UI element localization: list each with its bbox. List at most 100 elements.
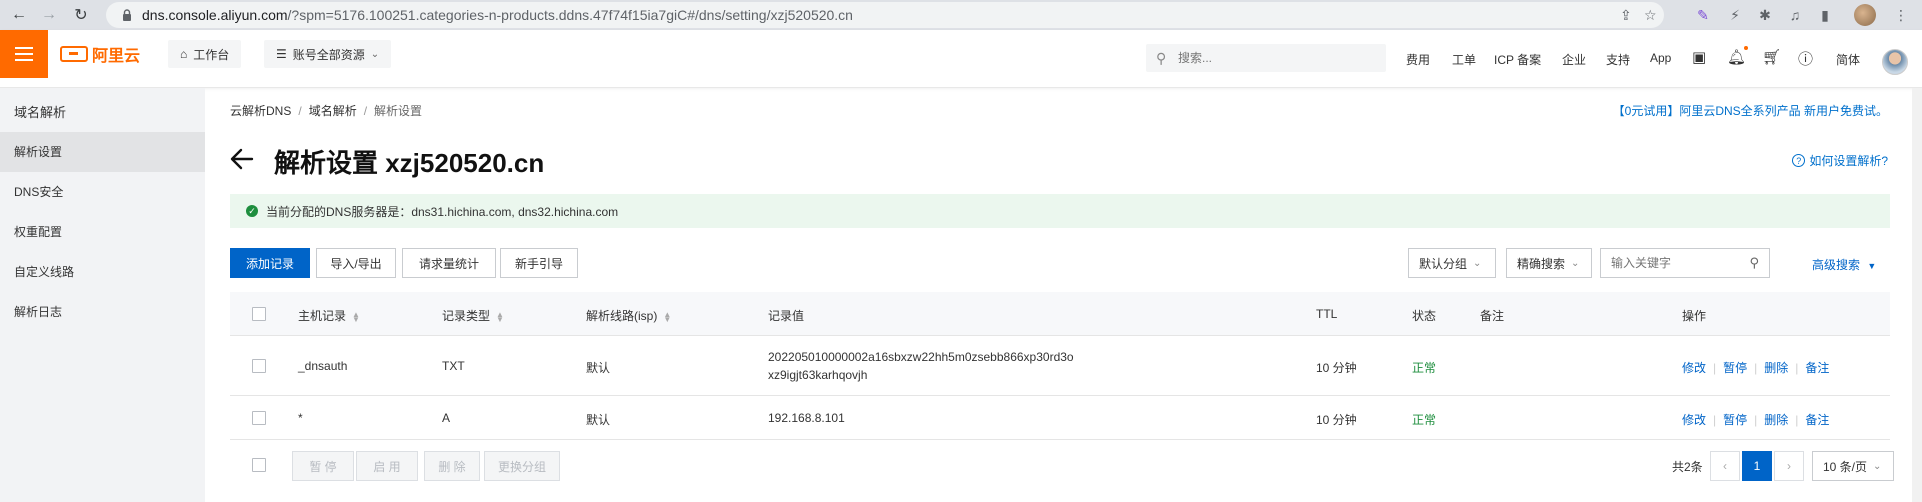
logo-text: 阿里云 xyxy=(92,48,141,65)
hamburger-menu-icon[interactable] xyxy=(0,30,48,78)
cart-icon[interactable]: 🛒︎ xyxy=(1762,48,1781,66)
sort-icon[interactable]: ▲ ▼ xyxy=(352,310,360,323)
search-icon: ⚲ xyxy=(1156,50,1167,66)
sidebar-item-dns-security[interactable]: DNS安全 xyxy=(0,172,205,212)
extension-icon-2[interactable]: ⚡ xyxy=(1726,6,1744,24)
nav-icp[interactable]: ICP 备案 xyxy=(1494,51,1541,68)
url-host: dns.console.aliyun.com xyxy=(142,7,288,23)
header-line[interactable]: 解析线路(isp) ▲ ▼ xyxy=(586,307,671,324)
search-mode-select[interactable]: 精确搜索 ⌄ xyxy=(1506,248,1592,278)
caret-down-icon: ▼ xyxy=(1867,261,1877,271)
sidebar-item-custom-lines[interactable]: 自定义线路 xyxy=(0,252,205,292)
breadcrumb-dns[interactable]: 云解析DNS xyxy=(230,104,291,118)
remark-link[interactable]: 备注 xyxy=(1805,413,1829,427)
menu-dots-icon[interactable]: ⋮ xyxy=(1892,6,1910,24)
total-count: 共2条 xyxy=(1672,460,1703,474)
pause-link[interactable]: 暂停 xyxy=(1723,361,1747,375)
sort-icon[interactable]: ▲ ▼ xyxy=(496,310,504,323)
bookmark-star-icon[interactable]: ☆ xyxy=(1644,7,1657,24)
breadcrumb-domain-resolve[interactable]: 域名解析 xyxy=(309,104,357,118)
back-arrow-icon[interactable]: ← xyxy=(8,4,30,26)
address-bar[interactable]: dns.console.aliyun.com/?spm=5176.100251.… xyxy=(106,2,1664,28)
delete-link[interactable]: 删除 xyxy=(1764,361,1788,375)
sidebar-item-resolve-logs[interactable]: 解析日志 xyxy=(0,292,205,332)
screen-icon[interactable]: ▣ xyxy=(1692,48,1706,66)
nav-enterprise[interactable]: 企业 xyxy=(1562,51,1586,68)
sort-icon[interactable]: ▲ ▼ xyxy=(663,310,671,323)
sidebar-item-weight-config[interactable]: 权重配置 xyxy=(0,212,205,252)
nav-app[interactable]: App xyxy=(1650,51,1671,65)
bulk-delete-button[interactable]: 删 除 xyxy=(424,451,480,481)
nav-tickets[interactable]: 工单 xyxy=(1452,51,1476,68)
header-host[interactable]: 主机记录 ▲ ▼ xyxy=(298,307,360,324)
page-size-select[interactable]: 10 条/页 ⌄ xyxy=(1812,451,1894,481)
chevron-down-icon: ⌄ xyxy=(1873,460,1882,472)
breadcrumb-separator: / xyxy=(298,104,302,118)
breadcrumb-separator: / xyxy=(363,104,368,118)
media-control-icon[interactable]: ♫ xyxy=(1786,6,1804,24)
page-number[interactable]: 1 xyxy=(1742,451,1772,481)
share-icon[interactable]: ⇪ xyxy=(1620,7,1632,24)
header-type[interactable]: 记录类型 ▲ ▼ xyxy=(442,307,504,324)
workbench-button[interactable]: ⌂ 工作台 xyxy=(168,40,242,68)
lock-icon xyxy=(123,9,131,21)
promo-link[interactable]: 【0元试用】阿里云DNS全系列产品 新用户免费试。 xyxy=(1613,102,1888,119)
row-checkbox[interactable] xyxy=(252,359,266,373)
request-stats-button[interactable]: 请求量统计 xyxy=(402,248,496,278)
next-page-chevron-icon[interactable]: › xyxy=(1774,451,1804,481)
sidebar-title: 域名解析 xyxy=(14,105,67,120)
bulk-enable-button[interactable]: 启 用 xyxy=(356,451,418,481)
advanced-search-link[interactable]: 高级搜索 ▼ xyxy=(1812,256,1876,273)
puzzle-extensions-icon[interactable]: ✱ xyxy=(1756,6,1774,24)
action-separator: | xyxy=(1713,413,1717,427)
back-arrow-icon[interactable] xyxy=(228,145,256,173)
breadcrumb: 云解析DNS / 域名解析 / 解析设置 xyxy=(230,102,422,119)
forward-arrow-icon[interactable]: → xyxy=(38,4,60,26)
keyword-search[interactable]: ⚲ xyxy=(1600,248,1770,278)
bulk-select-checkbox[interactable] xyxy=(252,458,266,472)
row-checkbox[interactable] xyxy=(252,411,266,425)
cell-ttl: 10 分钟 xyxy=(1316,361,1357,375)
nav-billing[interactable]: 费用 xyxy=(1406,51,1430,68)
action-separator: | xyxy=(1795,361,1799,375)
search-icon[interactable]: ⚲ xyxy=(1749,255,1759,271)
change-group-button[interactable]: 更换分组 xyxy=(484,451,560,481)
help-circle-icon[interactable]: ⓘ xyxy=(1798,48,1813,69)
reload-icon[interactable]: ↻ xyxy=(70,4,92,26)
advanced-search-label: 高级搜索 xyxy=(1812,258,1861,272)
cell-line: 默认 xyxy=(586,361,611,375)
nav-support[interactable]: 支持 xyxy=(1606,51,1630,68)
language-switch[interactable]: 简体 xyxy=(1836,51,1860,68)
help-link[interactable]: ? 如何设置解析? xyxy=(1792,152,1888,169)
import-export-button[interactable]: 导入/导出 xyxy=(316,248,396,278)
bulk-pause-button[interactable]: 暂 停 xyxy=(292,451,354,481)
delete-link[interactable]: 删除 xyxy=(1764,413,1788,427)
add-record-button[interactable]: 添加记录 xyxy=(230,248,310,278)
edit-link[interactable]: 修改 xyxy=(1682,361,1706,375)
group-select[interactable]: 默认分组 ⌄ xyxy=(1408,248,1496,278)
profile-avatar[interactable] xyxy=(1854,4,1876,26)
header-line-label: 解析线路(isp) xyxy=(586,309,658,323)
beginner-guide-button[interactable]: 新手引导 xyxy=(500,248,578,278)
pen-extension-icon[interactable]: ✎ xyxy=(1694,6,1712,24)
dns-server-text: 当前分配的DNS服务器是：dns31.hichina.com, dns32.hi… xyxy=(266,204,619,219)
user-avatar[interactable] xyxy=(1882,49,1908,75)
sidebar-item-resolve-settings[interactable]: 解析设置 xyxy=(0,132,205,172)
help-link-label: 如何设置解析? xyxy=(1809,154,1888,168)
select-all-checkbox[interactable] xyxy=(252,307,266,321)
keyword-input[interactable] xyxy=(1611,255,1741,271)
vertical-scrollbar[interactable] xyxy=(1912,88,1922,502)
side-panel-icon[interactable]: ▮ xyxy=(1816,6,1834,24)
aliyun-logo[interactable]: 阿里云 xyxy=(60,44,141,65)
page-title: 解析设置 xzj520520.cn xyxy=(274,148,545,178)
edit-link[interactable]: 修改 xyxy=(1682,413,1706,427)
table-row: * A 默认 192.168.8.101 10 分钟 正常 修改 | 暂停 | 删除 | 备… xyxy=(230,396,1890,440)
bell-icon[interactable]: 🔔︎ xyxy=(1727,48,1746,66)
global-search-input[interactable] xyxy=(1178,49,1378,67)
prev-page-chevron-icon[interactable]: ‹ xyxy=(1710,451,1740,481)
pause-link[interactable]: 暂停 xyxy=(1723,413,1747,427)
account-resources-label: 账号全部资源 xyxy=(292,47,365,62)
global-search[interactable]: ⚲ xyxy=(1146,44,1386,72)
account-resources-dropdown[interactable]: ☰ 账号全部资源 ⌄ xyxy=(264,40,392,68)
remark-link[interactable]: 备注 xyxy=(1805,361,1829,375)
